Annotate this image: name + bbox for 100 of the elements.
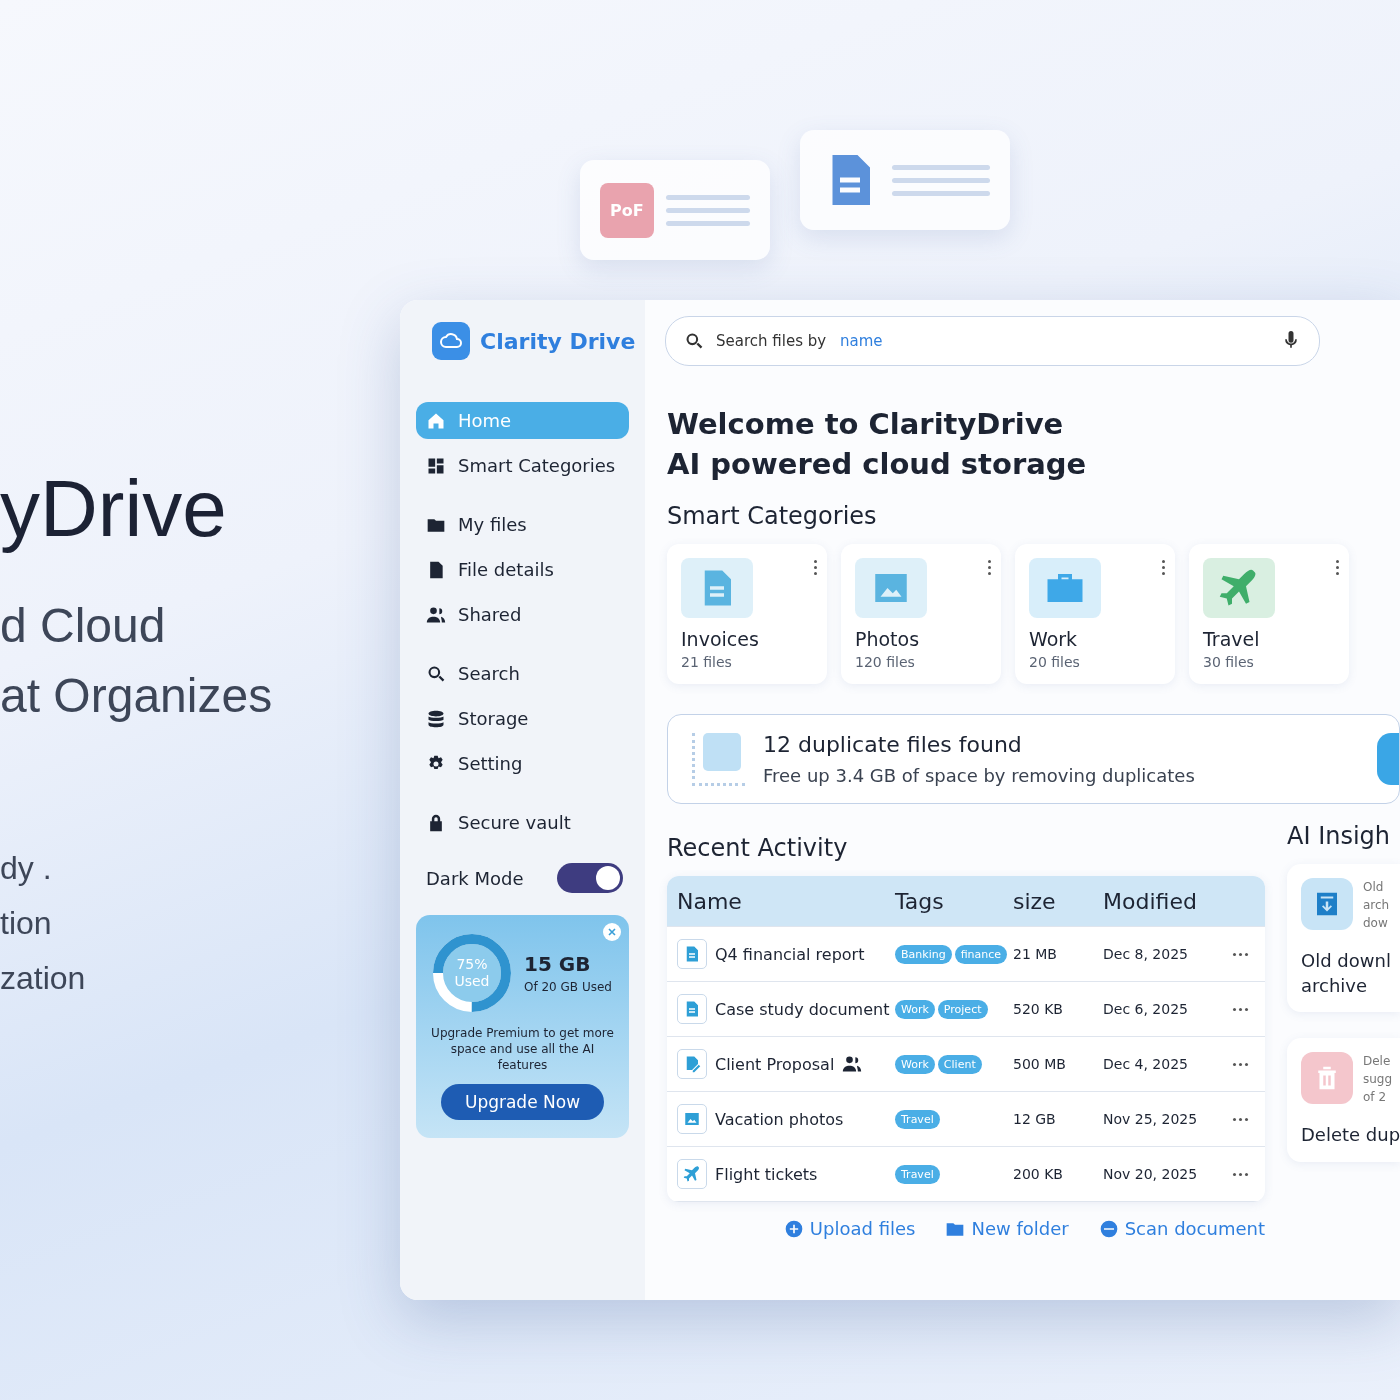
more-options-icon[interactable] [1162,560,1165,575]
image-icon [677,1104,707,1134]
action-link[interactable]: New folder [945,1218,1069,1239]
more-options-icon[interactable] [1336,560,1339,575]
usage-label: Used [454,973,490,990]
welcome-heading: Welcome to ClarityDrive [667,406,1065,443]
section-title: Recent Activity [667,834,849,862]
usage-percent: 75% [456,956,488,973]
insight-title: Old downl archive [1301,949,1392,999]
table-row[interactable]: Case study document Work Project 520 KB Dec 6, 2025 [667,982,1265,1037]
upgrade-message: Upgrade Premium to get more space and use all the AI features [430,1025,615,1074]
section-title: Smart Categories [667,502,878,530]
file-name[interactable]: Q4 financial report [715,944,865,964]
table-cell-text: 21 MB [1013,946,1058,962]
sidebar-item[interactable]: Shared [416,596,629,633]
file-count: 20 files [1029,654,1081,670]
section-title: AI Insigh [1287,822,1392,850]
banner-title: 12 duplicate files found [763,732,1023,757]
sidebar-item[interactable]: Storage [416,700,629,737]
document-icon [677,939,707,969]
file-name[interactable]: Vacation photos [715,1109,844,1129]
document-icon [677,994,707,1024]
category-name: Work [1029,628,1079,650]
table-row[interactable]: Vacation photos Travel 12 GB Nov 25, 2025 [667,1092,1265,1147]
sidebar-item[interactable]: My files [416,506,629,543]
dark-mode-label: Dark Mode [426,867,524,889]
search-hint: name [840,332,883,350]
file-name[interactable]: Case study document [715,999,890,1019]
hero-feature-text: tion [0,904,53,943]
tag: Travel [895,1164,940,1184]
sidebar-item[interactable]: Smart Categories [416,447,629,484]
table-cell-text: Nov 20, 2025 [1103,1166,1199,1182]
table-cell-text: Dec 4, 2025 [1103,1056,1189,1072]
insight-card[interactable]: Old arch dow Old downl archive [1287,864,1400,1013]
scan-icon [1098,1218,1119,1239]
search-icon [684,331,704,351]
insight-card[interactable]: Dele sugg of 2 Delete dup [1287,1038,1400,1162]
pdf-icon: PoF [600,182,654,238]
tag: Banking [895,944,952,964]
airplane-icon [677,1159,707,1189]
table-row[interactable]: Flight tickets Travel 200 KB Nov 20, 2025 [667,1147,1265,1202]
tag: finance [954,944,1008,964]
hero-feature-text: dy . [0,849,53,888]
sidebar-item[interactable]: File details [416,551,629,588]
table-cell-text: 520 KB [1013,1001,1064,1017]
download-box-icon [1301,878,1353,930]
category-card[interactable]: Invoices 21 files [667,544,827,684]
table-row[interactable]: Client Proposal Work Client 500 MB Dec 4, 2025 [667,1037,1265,1092]
column-header: Tags [895,888,945,914]
hero-title: yDrive [0,465,228,553]
welcome-heading: AI powered cloud storage [667,446,1088,483]
file-name[interactable]: Flight tickets [715,1164,818,1184]
upgrade-button[interactable]: Upgrade Now [440,1083,605,1120]
document-edit-icon [677,1049,707,1079]
insight-title: Delete dup [1301,1123,1400,1148]
cloud-logo-icon [432,322,470,360]
insight-description: Old arch dow [1363,879,1390,932]
search-input[interactable]: Search files by [714,331,830,351]
column-header: Name [677,888,743,914]
category-card[interactable]: Travel 30 files [1189,544,1349,684]
duplicate-files-icon [692,732,745,786]
sidebar-item[interactable]: Search [416,655,629,692]
hero-subtitle: d Cloud [0,598,167,654]
action-link[interactable]: Upload files [783,1218,916,1239]
table-cell-text: 500 MB [1013,1056,1067,1072]
table-cell-text: Dec 8, 2025 [1103,946,1189,962]
banner-description: Free up 3.4 GB of space by removing duplicates [763,765,1196,786]
table-cell-text: 200 KB [1013,1166,1064,1182]
more-options-icon[interactable] [814,560,817,575]
category-card[interactable]: Photos 120 files [841,544,1001,684]
tag: Work [895,999,935,1019]
close-icon[interactable] [603,923,621,941]
brand-name: Clarity Drive [480,328,636,354]
table-cell-text: 12 GB [1013,1111,1057,1127]
dark-mode-toggle[interactable] [557,863,623,893]
table-cell-text: Dec 6, 2025 [1103,1001,1189,1017]
more-options-icon[interactable] [988,560,991,575]
insight-description: Dele sugg of 2 [1363,1053,1393,1107]
file-count: 120 files [855,654,916,670]
tag: Work [895,1054,935,1074]
add-icon [783,1218,804,1239]
hero-subtitle: at Organizes [0,668,274,724]
tag: Project [937,999,988,1019]
action-link[interactable]: Scan document [1098,1218,1265,1239]
database-icon [426,708,446,729]
column-header: size [1013,888,1057,914]
file-count: 21 files [681,654,733,670]
sidebar-item[interactable]: Secure vault [416,804,629,841]
file-name[interactable]: Client Proposal [715,1054,835,1074]
trash-icon [1301,1052,1353,1105]
storage-total-text: Of 20 GB Used [524,980,612,994]
tag: Client [937,1054,982,1074]
category-name: Photos [855,628,921,650]
table-row[interactable]: Q4 financial report Banking finance 21 MB Dec 8, 2025 [667,927,1265,982]
category-name: Travel [1203,628,1261,650]
file-count: 30 files [1203,654,1255,670]
sidebar-item[interactable]: Setting [416,745,629,782]
category-card[interactable]: Work 20 files [1015,544,1175,684]
action-button[interactable] [1377,733,1399,785]
hero-feature-text: zation [0,959,87,998]
